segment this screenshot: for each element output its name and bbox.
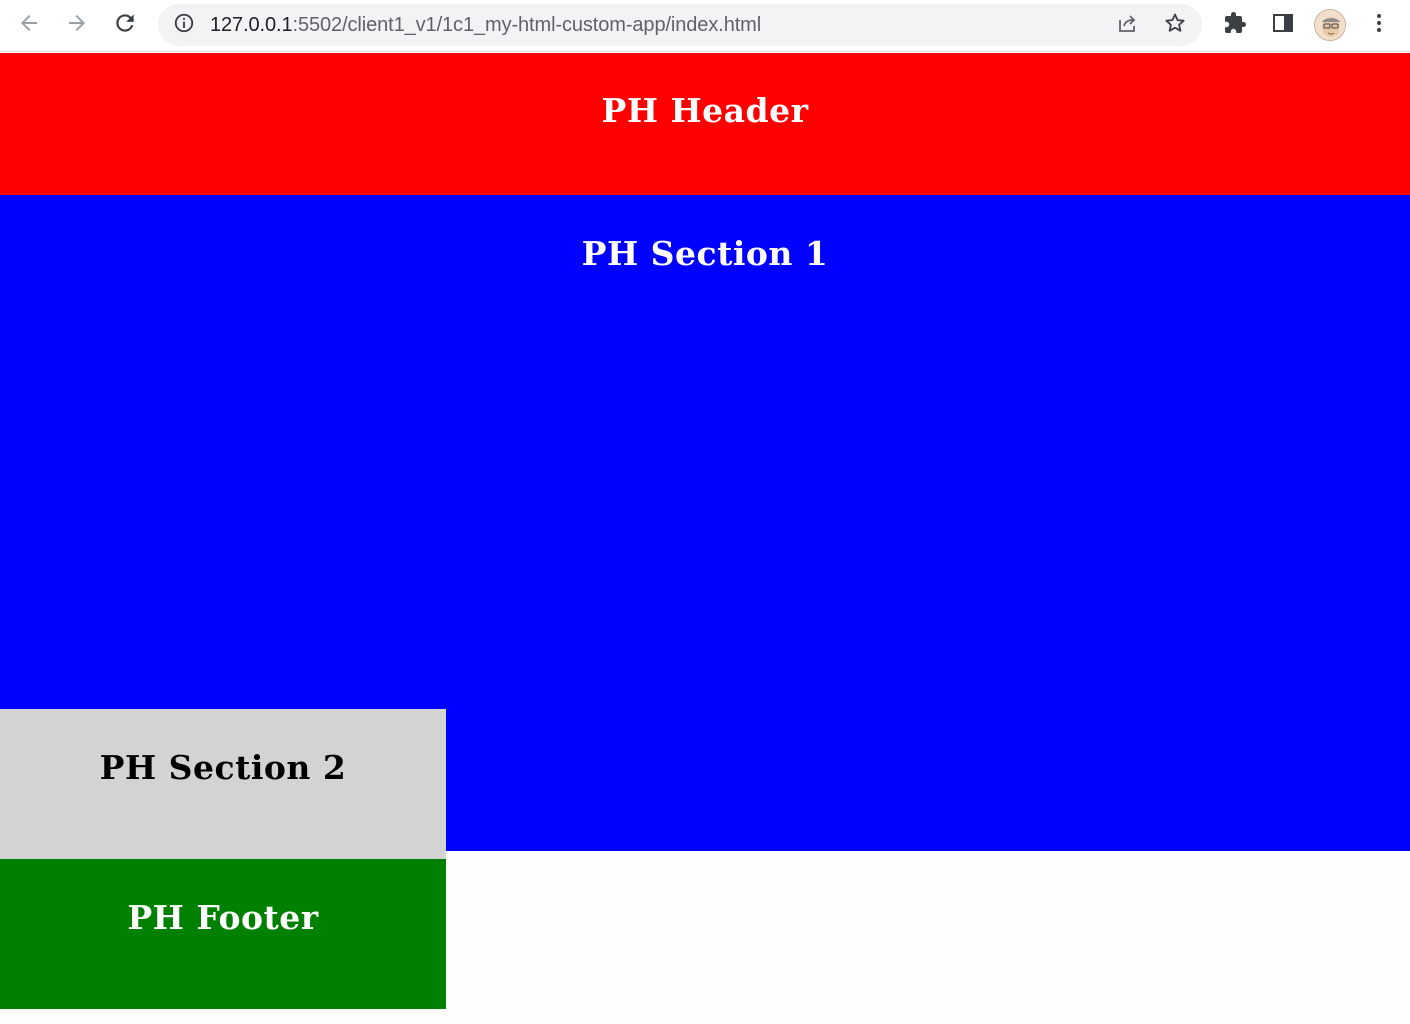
puzzle-icon	[1223, 11, 1247, 40]
site-info-button[interactable]	[172, 13, 196, 37]
side-panel-button[interactable]	[1266, 8, 1300, 42]
browser-menu-button[interactable]	[1362, 8, 1396, 42]
address-bar[interactable]: 127.0.0.1:5502/client1_v1/1c1_my-html-cu…	[158, 4, 1202, 46]
section-2-title: PH Section 2	[99, 748, 347, 787]
info-icon	[173, 12, 195, 39]
url-host: 127.0.0.1	[210, 14, 293, 36]
reload-button[interactable]	[107, 7, 143, 43]
side-panel-icon	[1271, 11, 1295, 40]
page-header: PH Header	[0, 53, 1410, 195]
page-viewport: PH Header PH Section 1 PH Section 2 PH F…	[0, 53, 1410, 1024]
url-path: :5502/client1_v1/1c1_my-html-custom-app/…	[292, 14, 762, 36]
page-footer: PH Footer	[0, 859, 446, 1009]
star-icon	[1163, 11, 1187, 40]
bookmark-button[interactable]	[1161, 11, 1189, 39]
profile-button[interactable]	[1313, 8, 1347, 42]
reload-icon	[112, 10, 138, 41]
section-1-title: PH Section 1	[581, 234, 829, 273]
arrow-right-icon	[65, 11, 89, 40]
url-text[interactable]: 127.0.0.1:5502/client1_v1/1c1_my-html-cu…	[210, 14, 761, 37]
browser-toolbar: 127.0.0.1:5502/client1_v1/1c1_my-html-cu…	[0, 0, 1410, 52]
header-title: PH Header	[601, 91, 809, 130]
extensions-button[interactable]	[1218, 8, 1252, 42]
kebab-menu-icon	[1367, 11, 1391, 40]
forward-button[interactable]	[59, 7, 95, 43]
section-2: PH Section 2	[0, 709, 446, 859]
footer-title: PH Footer	[127, 898, 319, 937]
share-button[interactable]	[1113, 11, 1141, 39]
share-icon	[1115, 11, 1139, 40]
back-button[interactable]	[11, 7, 47, 43]
arrow-left-icon	[17, 11, 41, 40]
avatar-icon	[1314, 9, 1346, 41]
